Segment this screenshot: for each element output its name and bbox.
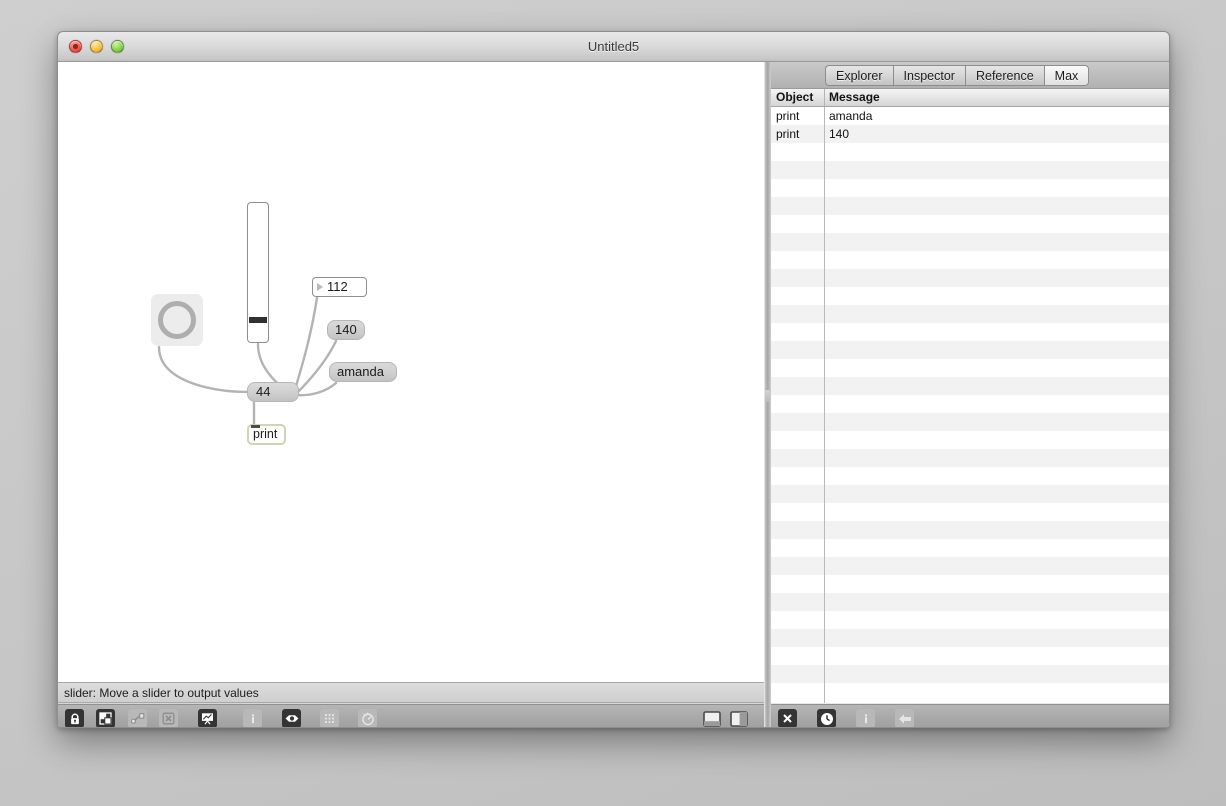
clock-icon[interactable]: [817, 709, 836, 727]
clear-console-icon[interactable]: [778, 709, 797, 727]
table-row[interactable]: [771, 575, 1169, 593]
bottom-panel-toggle-icon[interactable]: [702, 709, 721, 727]
console-list-header: Object Message: [771, 89, 1169, 107]
window-titlebar[interactable]: Untitled5: [58, 32, 1169, 62]
table-row[interactable]: [771, 611, 1169, 629]
table-row[interactable]: [771, 395, 1169, 413]
console-message-list[interactable]: print amanda print 140: [771, 107, 1169, 703]
table-row[interactable]: [771, 467, 1169, 485]
table-row[interactable]: [771, 413, 1169, 431]
table-row[interactable]: [771, 539, 1169, 557]
tab-reference[interactable]: Reference: [964, 65, 1044, 86]
table-row[interactable]: [771, 521, 1169, 539]
patch-cords: [157, 296, 338, 427]
number-box-value: 112: [327, 279, 348, 294]
message-box-label: 44: [256, 384, 271, 399]
table-row[interactable]: print amanda: [771, 107, 1169, 125]
table-row[interactable]: [771, 287, 1169, 305]
snap-object-icon[interactable]: [282, 709, 301, 727]
window-body: 112 140 amanda 44 print slider: Move a s…: [58, 62, 1169, 727]
message-box-44[interactable]: 44: [247, 382, 299, 402]
table-row[interactable]: [771, 485, 1169, 503]
table-row[interactable]: [771, 377, 1169, 395]
console-pane: Explorer Inspector Reference Max Object …: [771, 62, 1169, 727]
table-row[interactable]: [771, 197, 1169, 215]
table-row[interactable]: [771, 143, 1169, 161]
table-row[interactable]: [771, 683, 1169, 701]
message-box-140[interactable]: 140: [327, 320, 365, 340]
info-icon[interactable]: [856, 709, 875, 727]
slider-knob[interactable]: [249, 317, 267, 323]
table-row[interactable]: [771, 305, 1169, 323]
table-row[interactable]: [771, 341, 1169, 359]
dial-ring-icon: [158, 301, 196, 339]
presentation-mode-icon[interactable]: [96, 709, 115, 727]
table-row[interactable]: [771, 449, 1169, 467]
table-row[interactable]: print 140: [771, 125, 1169, 143]
table-row[interactable]: [771, 629, 1169, 647]
table-row[interactable]: [771, 665, 1169, 683]
number-box-object[interactable]: 112: [312, 277, 367, 297]
table-row[interactable]: [771, 359, 1169, 377]
max-patcher-window: Untitled5 112 140 amanda 44 print slider…: [57, 31, 1170, 728]
column-header-message[interactable]: Message: [829, 89, 880, 106]
debug-icon[interactable]: [358, 709, 377, 727]
table-row[interactable]: [771, 251, 1169, 269]
slider-object[interactable]: [247, 202, 269, 343]
patcher-canvas[interactable]: 112 140 amanda 44 print: [58, 62, 764, 682]
cell-object: print: [776, 127, 800, 141]
inspector-info-icon[interactable]: [243, 709, 262, 727]
dial-object[interactable]: [151, 294, 203, 346]
patch-cord-icon[interactable]: [128, 709, 147, 727]
message-box-amanda[interactable]: amanda: [329, 362, 397, 382]
table-row[interactable]: [771, 215, 1169, 233]
number-box-triangle-icon: [317, 283, 323, 291]
table-row[interactable]: [771, 269, 1169, 287]
object-box-print[interactable]: print: [247, 424, 286, 445]
column-header-object[interactable]: Object: [776, 89, 813, 106]
table-row[interactable]: [771, 647, 1169, 665]
tab-max[interactable]: Max: [1043, 65, 1090, 86]
console-tab-strip: Explorer Inspector Reference Max: [771, 62, 1169, 89]
desktop-background: Untitled5 112 140 amanda 44 print slider…: [0, 0, 1226, 806]
delete-cord-icon[interactable]: [159, 709, 178, 727]
grid-icon[interactable]: [320, 709, 339, 727]
back-arrow-icon[interactable]: [895, 709, 914, 727]
table-row[interactable]: [771, 161, 1169, 179]
table-row[interactable]: [771, 233, 1169, 251]
patcher-pane: 112 140 amanda 44 print slider: Move a s…: [58, 62, 764, 727]
console-tabs: Explorer Inspector Reference Max: [825, 65, 1090, 86]
cell-message: 140: [829, 127, 850, 141]
table-row[interactable]: [771, 431, 1169, 449]
patcher-toolbar: [58, 704, 764, 727]
column-divider: [824, 89, 825, 106]
side-panel-toggle-icon[interactable]: [729, 709, 748, 727]
console-rows: print amanda print 140: [771, 107, 1169, 701]
status-bar: slider: Move a slider to output values: [58, 682, 764, 703]
cell-message: amanda: [829, 109, 873, 123]
tab-explorer[interactable]: Explorer: [825, 65, 893, 86]
splitter-grip[interactable]: [765, 390, 770, 402]
table-row[interactable]: [771, 323, 1169, 341]
table-row[interactable]: [771, 503, 1169, 521]
console-toolbar: [771, 704, 1169, 727]
window-title: Untitled5: [587, 39, 640, 54]
cell-object: print: [776, 109, 800, 123]
lock-unlock-icon[interactable]: [65, 709, 84, 727]
object-box-label: print: [253, 427, 278, 441]
table-row[interactable]: [771, 557, 1169, 575]
tab-inspector[interactable]: Inspector: [892, 65, 965, 86]
palette-icon[interactable]: [198, 709, 217, 727]
table-row[interactable]: [771, 179, 1169, 197]
message-box-label: amanda: [337, 364, 384, 379]
pane-splitter[interactable]: [764, 62, 771, 727]
message-box-label: 140: [335, 322, 357, 337]
table-row[interactable]: [771, 593, 1169, 611]
